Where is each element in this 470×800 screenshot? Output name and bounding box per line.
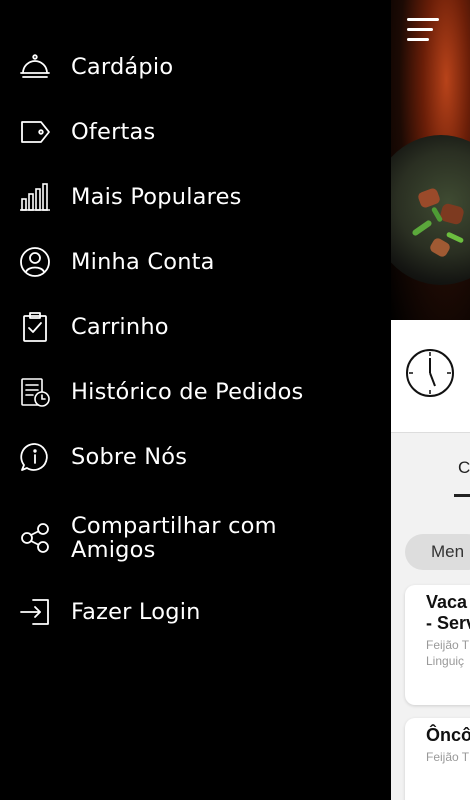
restaurant-info-strip [391, 320, 470, 433]
menu-card-title: Vaca - Serv [426, 592, 470, 633]
tab-indicator [454, 494, 470, 497]
drawer-item-fazer-login[interactable]: Fazer Login [0, 587, 391, 637]
background-app: C Men Vaca - Serv Feijão T Linguiç Ôncô … [391, 0, 470, 800]
tag-icon [19, 116, 51, 148]
hero-image [391, 0, 470, 320]
navigation-drawer: Cardápio Ofertas Mais Populares Minha Co… [0, 0, 391, 800]
menu-card-subtitle: Feijão T [426, 750, 470, 764]
menu-card-title: Ôncô [426, 725, 470, 745]
drawer-item-mais-populares[interactable]: Mais Populares [0, 172, 391, 222]
drawer-item-compartilhar[interactable]: Compartilhar com Amigos [0, 508, 391, 568]
cloche-icon [19, 51, 51, 83]
menu-card-subtitle: Feijão T Linguiç [426, 638, 470, 668]
drawer-item-label: Cardápio [71, 54, 174, 80]
drawer-item-minha-conta[interactable]: Minha Conta [0, 237, 391, 287]
login-icon [19, 596, 51, 628]
menu-card[interactable]: Ôncô Feijão T [405, 718, 470, 800]
clipboard-check-icon [19, 311, 51, 343]
clock-icon [406, 349, 454, 397]
drawer-item-ofertas[interactable]: Ofertas [0, 107, 391, 157]
drawer-item-label: Compartilhar com Amigos [71, 513, 277, 563]
drawer-item-label: Histórico de Pedidos [71, 379, 304, 405]
user-circle-icon [19, 246, 51, 278]
drawer-item-label: Carrinho [71, 314, 169, 340]
hamburger-menu-icon[interactable] [407, 18, 439, 42]
menu-card[interactable]: Vaca - Serv Feijão T Linguiç [405, 585, 470, 705]
info-chat-icon [19, 441, 51, 473]
order-history-icon [19, 376, 51, 408]
drawer-item-label: Ofertas [71, 119, 156, 145]
drawer-item-historico[interactable]: Histórico de Pedidos [0, 367, 391, 417]
drawer-item-cardapio[interactable]: Cardápio [0, 42, 391, 92]
share-icon [19, 522, 51, 554]
drawer-item-sobre-nos[interactable]: Sobre Nós [0, 432, 391, 482]
bar-chart-icon [19, 181, 51, 213]
tab-label[interactable]: C [458, 458, 470, 478]
drawer-item-label: Minha Conta [71, 249, 215, 275]
drawer-item-label: Fazer Login [71, 599, 201, 625]
drawer-item-label: Sobre Nós [71, 444, 188, 470]
category-chip[interactable]: Men [405, 534, 470, 570]
drawer-item-carrinho[interactable]: Carrinho [0, 302, 391, 352]
drawer-item-label: Mais Populares [71, 184, 242, 210]
